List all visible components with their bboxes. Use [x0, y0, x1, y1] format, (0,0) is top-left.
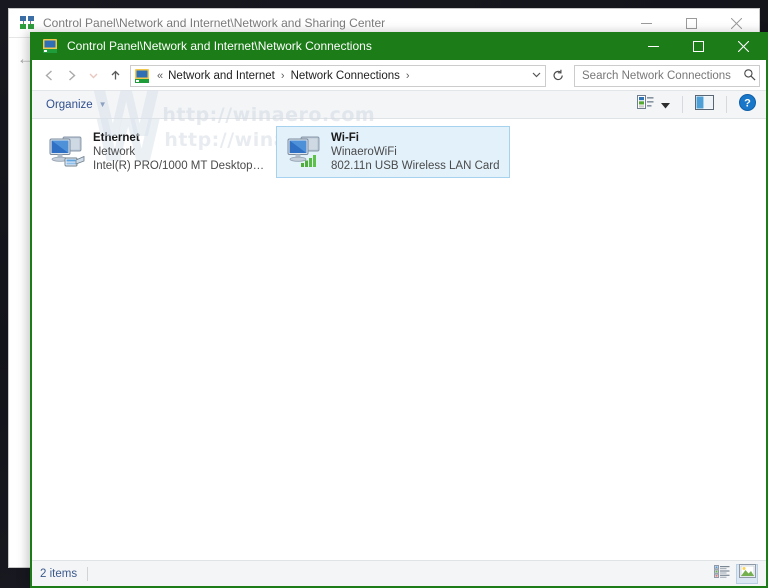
refresh-button[interactable]: [547, 65, 569, 87]
ethernet-connection-icon: [45, 131, 87, 173]
connection-name: Wi-Fi: [331, 132, 359, 144]
details-view-button[interactable]: [711, 564, 733, 584]
breadcrumb-separator-0[interactable]: ›: [276, 70, 290, 82]
view-options-icon: [637, 94, 654, 115]
address-dropdown-icon[interactable]: [527, 69, 545, 83]
help-button[interactable]: ?: [735, 92, 760, 118]
forward-button[interactable]: [60, 65, 82, 87]
breadcrumb-item-network-connections[interactable]: Network Connections: [290, 70, 401, 82]
back-button[interactable]: [38, 65, 60, 87]
toolbar-divider-2: [726, 96, 727, 113]
address-bar[interactable]: « Network and Internet › Network Connect…: [130, 64, 546, 87]
details-view-icon: [714, 564, 730, 583]
breadcrumb-separator-1[interactable]: ›: [401, 70, 415, 82]
connection-device: Intel(R) PRO/1000 MT Desktop Ad...: [93, 160, 265, 172]
breadcrumb-network-connections-icon: [134, 68, 150, 84]
connections-content-area[interactable]: W http://winaero.com Ethernet Network In…: [32, 119, 766, 560]
command-toolbar-right: ?: [633, 92, 760, 118]
view-options-button[interactable]: [633, 93, 674, 117]
status-item-count: 2 items: [40, 567, 78, 580]
chevron-down-icon: ▼: [98, 100, 107, 109]
maximize-button[interactable]: [676, 32, 721, 60]
network-sharing-center-icon: [19, 15, 35, 31]
window-title: Control Panel\Network and Internet\Netwo…: [67, 39, 372, 53]
network-connections-window[interactable]: Control Panel\Network and Internet\Netwo…: [30, 32, 768, 588]
large-icons-view-button[interactable]: [736, 563, 758, 584]
background-window-title: Control Panel\Network and Internet\Netwo…: [43, 16, 386, 30]
up-button[interactable]: [104, 65, 126, 87]
organize-button[interactable]: Organize ▼: [38, 96, 115, 114]
connection-device: 802.11n USB Wireless LAN Card: [331, 160, 500, 172]
connection-item-wifi[interactable]: Wi-Fi WinaeroWiFi 802.11n USB Wireless L…: [276, 126, 510, 178]
recent-locations-button[interactable]: [82, 65, 104, 87]
search-box[interactable]: Search Network Connections: [574, 64, 760, 87]
connection-name: Ethernet: [93, 132, 140, 144]
search-input[interactable]: Search Network Connections: [575, 70, 739, 82]
breadcrumb-overflow[interactable]: «: [153, 70, 167, 82]
connection-status: WinaeroWiFi: [331, 146, 397, 158]
status-view-buttons: [711, 563, 758, 584]
connection-status: Network: [93, 146, 136, 158]
minimize-button[interactable]: [631, 32, 676, 60]
wifi-connection-icon: [283, 131, 325, 173]
search-icon[interactable]: [739, 68, 759, 84]
status-bar: 2 items: [32, 560, 766, 586]
large-icons-view-icon: [738, 564, 756, 583]
preview-pane-button[interactable]: [691, 93, 718, 117]
network-connections-icon: [42, 38, 58, 54]
close-button[interactable]: [721, 32, 766, 60]
window-controls: [631, 32, 766, 60]
connection-item-ethernet[interactable]: Ethernet Network Intel(R) PRO/1000 MT De…: [38, 126, 272, 178]
command-toolbar: Organize ▼ ?: [32, 90, 766, 119]
navigation-bar: « Network and Internet › Network Connect…: [32, 60, 766, 90]
view-options-caret-icon[interactable]: [661, 96, 670, 114]
connection-text-ethernet: Ethernet Network Intel(R) PRO/1000 MT De…: [93, 131, 265, 173]
preview-pane-icon: [695, 94, 714, 115]
organize-label: Organize: [46, 98, 93, 111]
connection-text-wifi: Wi-Fi WinaeroWiFi 802.11n USB Wireless L…: [331, 131, 500, 173]
svg-text:?: ?: [744, 97, 751, 109]
toolbar-divider: [682, 96, 683, 113]
connections-list: Ethernet Network Intel(R) PRO/1000 MT De…: [32, 119, 766, 185]
help-icon: ?: [739, 93, 756, 116]
desktop-screen: Control Panel\Network and Internet\Netwo…: [0, 0, 768, 588]
window-titlebar[interactable]: Control Panel\Network and Internet\Netwo…: [32, 32, 766, 60]
breadcrumb-item-network-and-internet[interactable]: Network and Internet: [167, 70, 276, 82]
status-divider: [87, 566, 89, 581]
